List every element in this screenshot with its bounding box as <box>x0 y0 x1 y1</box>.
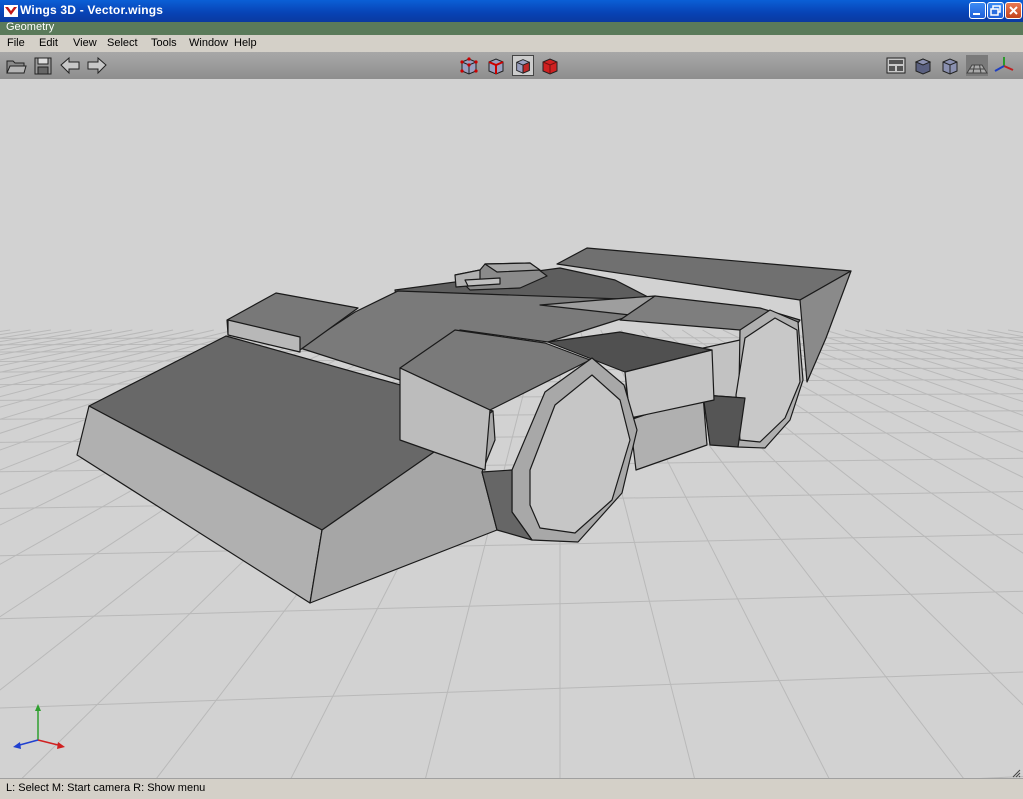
menu-help[interactable]: Help <box>234 37 257 49</box>
redo-arrow-icon[interactable] <box>86 55 108 76</box>
body-mode-button[interactable] <box>539 55 561 76</box>
save-file-icon[interactable] <box>32 55 54 76</box>
3d-viewport[interactable] <box>0 79 1023 778</box>
close-icon <box>1009 6 1018 15</box>
toolbar <box>0 52 1023 80</box>
edge-mode-button[interactable] <box>485 55 507 76</box>
resize-grip-icon[interactable] <box>1012 769 1021 778</box>
open-file-icon[interactable] <box>5 55 27 76</box>
menu-window[interactable]: Window <box>189 37 228 49</box>
restore-button[interactable] <box>987 2 1004 19</box>
vertex-mode-button[interactable] <box>458 55 480 76</box>
minimize-button[interactable] <box>969 2 986 19</box>
axes-icon[interactable] <box>993 55 1015 76</box>
wings-app-icon[interactable] <box>3 3 19 19</box>
smooth-shade-icon[interactable] <box>912 55 934 76</box>
menu-file[interactable]: File <box>7 37 25 49</box>
menu-edit[interactable]: Edit <box>39 37 58 49</box>
menu-tools[interactable]: Tools <box>151 37 177 49</box>
status-bar: L: Select M: Start camera R: Show menu <box>0 769 1023 799</box>
restore-icon <box>990 5 1001 16</box>
status-text: L: Select M: Start camera R: Show menu <box>6 782 206 794</box>
title-bar: Wings 3D - Vector.wings <box>0 0 1023 22</box>
menu-view[interactable]: View <box>73 37 97 49</box>
geometry-window-tab[interactable]: Geometry <box>0 21 1023 35</box>
face-mode-button[interactable] <box>512 55 534 76</box>
wireframe-shade-icon[interactable] <box>939 55 961 76</box>
menu-select[interactable]: Select <box>107 37 138 49</box>
menu-bar: File Edit View Select Tools Window Help <box>0 35 1023 53</box>
ground-grid-icon[interactable] <box>966 55 988 76</box>
workmode-icon[interactable] <box>885 55 907 76</box>
undo-arrow-icon[interactable] <box>59 55 81 76</box>
close-button[interactable] <box>1005 2 1022 19</box>
geometry-tab-label: Geometry <box>6 21 55 33</box>
window-title: Wings 3D - Vector.wings <box>20 3 164 17</box>
minimize-icon <box>973 13 980 15</box>
